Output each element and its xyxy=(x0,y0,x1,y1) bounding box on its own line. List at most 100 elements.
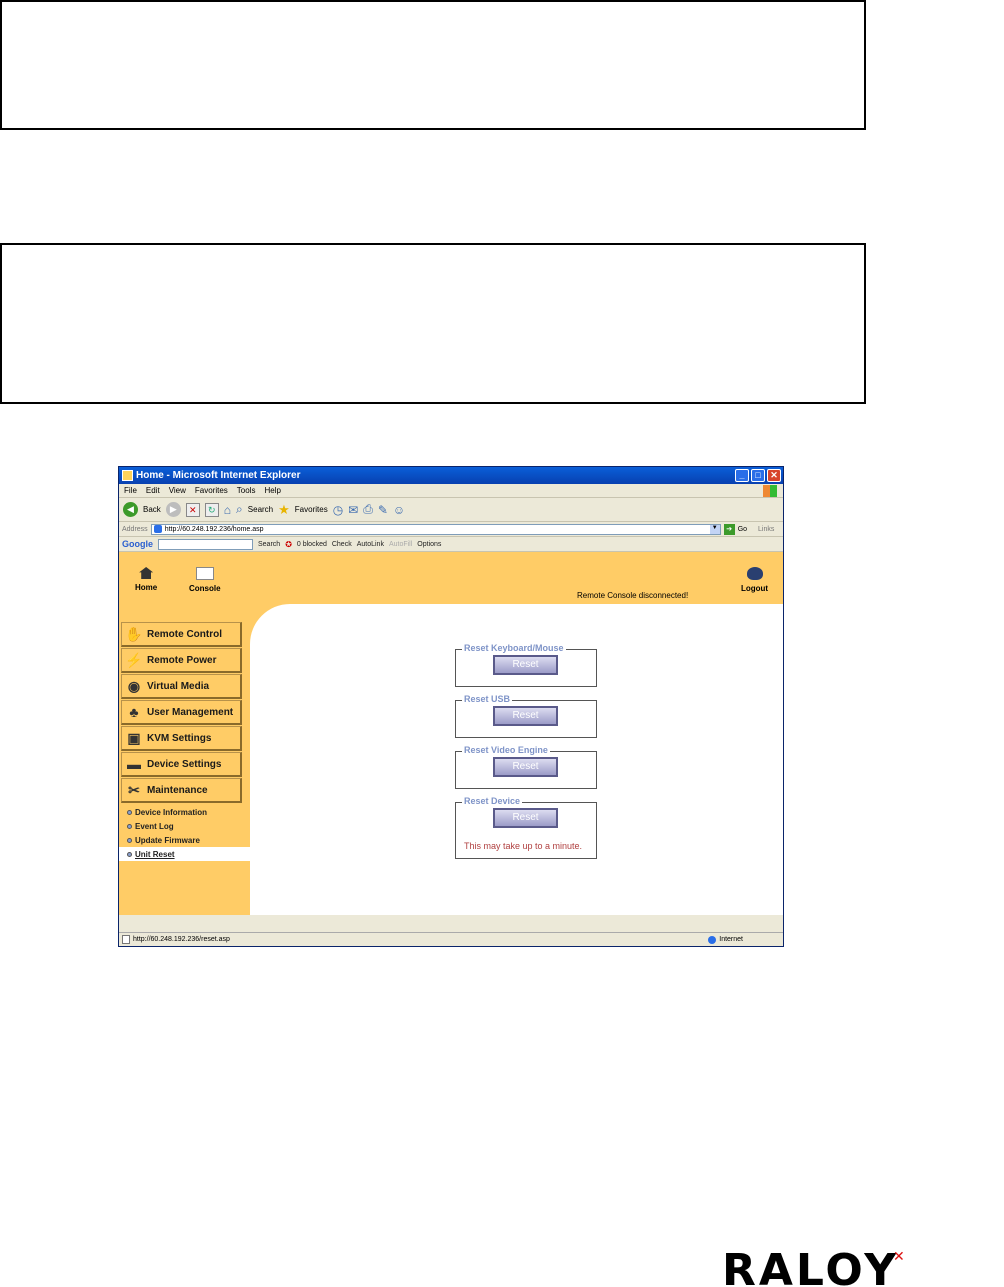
favorites-star-icon[interactable]: ★ xyxy=(278,502,290,518)
favorites-button[interactable]: Favorites xyxy=(295,505,328,514)
popup-blocked-count[interactable]: 0 blocked xyxy=(297,541,327,548)
reset-usb-group: Reset USB Reset xyxy=(455,694,597,738)
sidebar-item-device-settings[interactable]: ▬ Device Settings xyxy=(121,752,242,777)
submenu-label: Event Log xyxy=(135,821,174,831)
menu-favorites[interactable]: Favorites xyxy=(195,486,228,495)
mail-icon[interactable]: ✉ xyxy=(348,503,358,517)
go-arrow-icon[interactable]: ➔ xyxy=(723,523,735,535)
maintenance-submenu: Device Information Event Log Update Firm… xyxy=(119,805,250,861)
security-zone: Internet xyxy=(708,935,743,944)
document-page: Home - Microsoft Internet Explorer _ □ ✕… xyxy=(0,0,1004,1287)
reset-video-engine-group: Reset Video Engine Reset xyxy=(455,745,597,789)
nav-home[interactable]: Home xyxy=(135,567,157,592)
logo-accent-icon: ✕ xyxy=(893,1248,905,1264)
group-label: Reset USB xyxy=(462,694,513,704)
menu-help[interactable]: Help xyxy=(264,486,280,495)
refresh-icon[interactable]: ↻ xyxy=(204,502,219,517)
nav-logout-label: Logout xyxy=(741,584,769,593)
reset-device-group: Reset Device Reset This may take up to a… xyxy=(455,796,597,859)
group-label: Reset Video Engine xyxy=(462,745,550,755)
reset-device-warning: This may take up to a minute. xyxy=(464,841,583,851)
reset-device-button[interactable]: Reset xyxy=(493,808,558,828)
remote-control-icon: ✋ xyxy=(125,626,143,642)
nav-logout[interactable]: Logout xyxy=(741,567,768,593)
autolink-button[interactable]: AutoLink xyxy=(357,541,384,548)
close-button[interactable]: ✕ xyxy=(767,469,781,482)
sidebar-item-user-management[interactable]: ♣ User Management xyxy=(121,700,242,725)
submenu-device-information[interactable]: Device Information xyxy=(119,805,250,819)
autofill-button[interactable]: AutoFill xyxy=(389,541,412,548)
status-bar: http://60.248.192.236/reset.asp Internet xyxy=(119,932,783,946)
empty-text-box-middle xyxy=(0,243,866,404)
raloy-logo: RALOY xyxy=(722,1245,900,1287)
windows-logo-icon xyxy=(763,485,777,497)
users-icon: ♣ xyxy=(129,704,139,720)
spell-check-button[interactable]: Check xyxy=(332,541,352,548)
nav-home-label: Home xyxy=(135,583,158,592)
address-text: http://60.248.192.236/home.asp xyxy=(164,525,264,533)
nav-console[interactable]: Console xyxy=(189,567,221,593)
edit-icon[interactable]: ✎ xyxy=(378,503,388,517)
submenu-unit-reset[interactable]: Unit Reset xyxy=(119,847,250,861)
news-icon[interactable]: ✪ xyxy=(285,540,292,549)
go-button[interactable]: Go xyxy=(738,526,747,533)
submenu-label: Device Information xyxy=(135,807,208,817)
bullet-icon xyxy=(127,809,132,815)
reset-usb-button[interactable]: Reset xyxy=(493,706,558,726)
address-label: Address xyxy=(122,525,148,533)
home-icon[interactable]: ⌂ xyxy=(224,503,231,517)
maximize-button[interactable]: □ xyxy=(751,469,765,482)
print-icon[interactable]: ⎙ xyxy=(363,502,373,517)
sidebar-item-virtual-media[interactable]: ◉ Virtual Media xyxy=(121,674,242,699)
sidebar-item-label: KVM Settings xyxy=(147,732,212,744)
browser-toolbar: ◀ Back ▶ ✕ ↻ ⌂ ⌕ Search ★ Favorites ◷ ✉ … xyxy=(119,498,783,522)
google-logo[interactable]: Google xyxy=(122,539,153,549)
sidebar-item-label: Remote Control xyxy=(147,628,222,640)
messenger-icon[interactable]: ☺ xyxy=(393,503,405,517)
tools-icon: ✂ xyxy=(128,782,140,798)
zone-label: Internet xyxy=(719,936,743,943)
empty-text-box-top xyxy=(0,0,866,130)
sidebar: ✋ Remote Control ⚡ Remote Power ◉ Virtua… xyxy=(119,622,250,861)
menu-file[interactable]: File xyxy=(124,486,137,495)
reset-video-engine-button[interactable]: Reset xyxy=(493,757,558,777)
globe-icon xyxy=(708,935,717,944)
reset-keyboard-mouse-group: Reset Keyboard/Mouse Reset xyxy=(455,643,597,687)
forward-arrow-icon[interactable]: ▶ xyxy=(165,502,181,517)
address-bar: Address http://60.248.192.236/home.asp ▼… xyxy=(119,522,783,537)
search-button[interactable]: Search xyxy=(248,505,273,514)
nav-console-label: Console xyxy=(189,584,221,593)
bullet-icon xyxy=(127,837,132,843)
back-arrow-icon[interactable]: ◀ xyxy=(123,502,138,517)
chevron-down-icon[interactable]: ▼ xyxy=(709,524,720,534)
menu-tools[interactable]: Tools xyxy=(237,486,256,495)
page-icon xyxy=(153,525,162,533)
back-button[interactable]: Back xyxy=(143,505,161,514)
submenu-update-firmware[interactable]: Update Firmware xyxy=(119,833,250,847)
menu-bar: File Edit View Favorites Tools Help xyxy=(119,484,783,498)
sidebar-item-remote-power[interactable]: ⚡ Remote Power xyxy=(121,648,242,673)
sidebar-item-maintenance[interactable]: ✂ Maintenance xyxy=(121,778,242,803)
stop-icon[interactable]: ✕ xyxy=(185,502,200,517)
search-icon[interactable]: ⌕ xyxy=(236,502,243,517)
links-button[interactable]: Links xyxy=(758,526,774,533)
group-label: Reset Device xyxy=(462,796,523,806)
bullet-icon xyxy=(127,823,132,829)
sidebar-item-kvm-settings[interactable]: ▣ KVM Settings xyxy=(121,726,242,751)
minimize-button[interactable]: _ xyxy=(735,469,749,482)
submenu-event-log[interactable]: Event Log xyxy=(119,819,250,833)
google-search-button[interactable]: Search xyxy=(258,541,280,548)
options-button[interactable]: Options xyxy=(417,541,441,548)
sidebar-item-remote-control[interactable]: ✋ Remote Control xyxy=(121,622,242,647)
menu-edit[interactable]: Edit xyxy=(146,486,160,495)
reset-keyboard-mouse-button[interactable]: Reset xyxy=(493,655,558,675)
status-url: http://60.248.192.236/reset.asp xyxy=(133,936,230,943)
group-label: Reset Keyboard/Mouse xyxy=(462,643,566,653)
power-icon: ⚡ xyxy=(125,652,143,668)
console-window-icon xyxy=(195,567,214,580)
menu-view[interactable]: View xyxy=(169,486,186,495)
address-input[interactable]: http://60.248.192.236/home.asp ▼ xyxy=(150,523,721,535)
browser-window: Home - Microsoft Internet Explorer _ □ ✕… xyxy=(118,466,784,947)
google-search-input[interactable] xyxy=(158,538,253,550)
history-icon[interactable]: ◷ xyxy=(333,503,343,517)
